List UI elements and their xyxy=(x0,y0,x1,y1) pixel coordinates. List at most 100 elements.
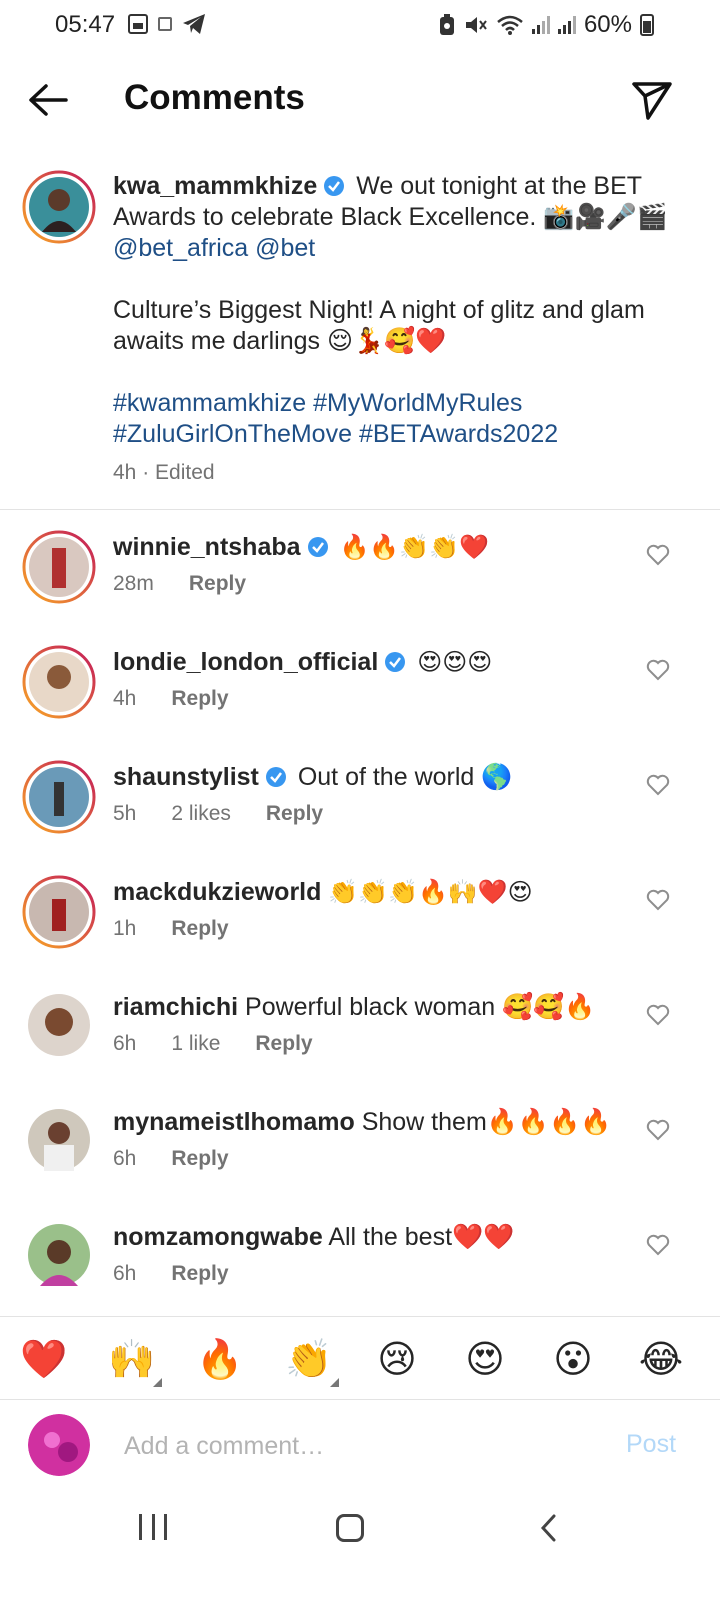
comment-item: mackdukzieworld 👏👏👏🔥🙌❤️😍 1h Reply xyxy=(0,875,720,985)
emoji-cry-button[interactable]: 😢 xyxy=(367,1331,427,1387)
battery-saver-icon xyxy=(439,14,454,35)
verified-badge-icon xyxy=(324,176,345,196)
verified-badge-icon xyxy=(385,652,406,672)
like-heart-icon[interactable] xyxy=(646,774,670,796)
comment-time: 6h xyxy=(113,1032,137,1055)
avatar[interactable] xyxy=(22,760,96,834)
header: Comments xyxy=(0,62,720,138)
caption-meta: 4h · Edited xyxy=(113,461,215,484)
emoji-raised-hands-button[interactable]: 🙌 xyxy=(102,1331,162,1387)
comment-time: 6h xyxy=(113,1147,137,1170)
status-time: 05:47 xyxy=(55,11,116,38)
caption-username[interactable]: kwa_mammkhize xyxy=(113,172,317,200)
comment-username[interactable]: mackdukzieworld xyxy=(113,878,321,906)
comment-composer: Post xyxy=(0,1400,720,1492)
recents-button[interactable] xyxy=(139,1514,167,1542)
comment-likes[interactable]: 2 likes xyxy=(171,802,231,826)
reply-button[interactable]: Reply xyxy=(171,1262,228,1286)
like-heart-icon[interactable] xyxy=(646,1119,670,1141)
reply-button[interactable]: Reply xyxy=(266,802,323,826)
post-button[interactable]: Post xyxy=(626,1430,676,1459)
emoji-laughing-button[interactable]: 😂 xyxy=(631,1331,691,1387)
comment-text: Out of the world 🌎 xyxy=(297,763,513,791)
avatar[interactable] xyxy=(28,1224,90,1286)
more-variants-icon xyxy=(330,1378,339,1387)
comment-time: 28m xyxy=(113,572,154,595)
comment-meta: 1h Reply xyxy=(113,917,264,941)
avatar[interactable] xyxy=(22,170,96,244)
emoji-surprised-button[interactable]: 😮 xyxy=(543,1331,603,1387)
home-button[interactable] xyxy=(336,1514,364,1542)
reply-button[interactable]: Reply xyxy=(171,917,228,941)
comment-username[interactable]: winnie_ntshaba xyxy=(113,533,301,561)
comment-time: 4h xyxy=(113,687,137,710)
wifi-icon xyxy=(497,15,523,35)
emoji-fire-button[interactable]: 🔥 xyxy=(190,1331,250,1387)
emoji-clap-button[interactable]: 👏 xyxy=(279,1331,339,1387)
comment-likes[interactable]: 1 like xyxy=(171,1032,220,1056)
mention-link[interactable]: @bet xyxy=(255,234,315,262)
comment-username[interactable]: riamchichi xyxy=(113,993,238,1021)
hashtag-link[interactable]: #BETAwards2022 xyxy=(359,420,558,448)
battery-percent: 60% xyxy=(583,11,632,38)
comment-input[interactable] xyxy=(124,1426,594,1466)
comment-text: 🔥🔥👏👏❤️ xyxy=(339,533,489,561)
hashtag-link[interactable]: #MyWorldMyRules xyxy=(313,389,522,417)
comment-text: Show them🔥🔥🔥🔥 xyxy=(361,1108,612,1136)
like-heart-icon[interactable] xyxy=(646,1234,670,1256)
mention-link[interactable]: @bet_africa xyxy=(113,234,248,262)
like-heart-icon[interactable] xyxy=(646,1004,670,1026)
comment-username[interactable]: shaunstylist xyxy=(113,763,259,791)
hashtag-link[interactable]: #kwammamkhize xyxy=(113,389,306,417)
like-heart-icon[interactable] xyxy=(646,889,670,911)
emoji-glyph: 👏 xyxy=(285,1337,333,1381)
hashtag-block: #kwammamkhize #MyWorldMyRules #ZuluGirlO… xyxy=(113,388,673,450)
comment-username[interactable]: londie_london_official xyxy=(113,648,378,676)
comment-time: 5h xyxy=(113,802,137,825)
comment-username[interactable]: nomzamongwabe xyxy=(113,1223,323,1251)
signal-icon xyxy=(531,16,550,34)
more-variants-icon xyxy=(153,1378,162,1387)
page-title: Comments xyxy=(124,78,305,117)
battery-icon xyxy=(640,14,654,36)
avatar[interactable] xyxy=(22,645,96,719)
system-icons: 60% xyxy=(438,11,654,39)
avatar[interactable] xyxy=(22,530,96,604)
current-user-avatar xyxy=(28,1414,90,1476)
reply-button[interactable]: Reply xyxy=(189,572,246,596)
avatar[interactable] xyxy=(22,875,96,949)
comment-item: londie_london_official 😍😍😍 4h Reply xyxy=(0,645,720,755)
caption-text: kwa_mammkhize We out tonight at the BET … xyxy=(113,171,673,450)
emoji-heart-eyes-button[interactable]: 😍 xyxy=(455,1331,515,1387)
share-button[interactable] xyxy=(628,76,674,122)
comment-item: riamchichi Powerful black woman 🥰🥰🔥 6h 1… xyxy=(0,990,720,1100)
nav-back-button[interactable] xyxy=(538,1512,560,1544)
back-button[interactable] xyxy=(26,78,70,122)
signal-icon xyxy=(557,16,576,34)
app-icon xyxy=(158,17,172,31)
like-heart-icon[interactable] xyxy=(646,659,670,681)
emoji-quick-bar: ❤️ 🙌 🔥 👏 😢 😍 😮 😂 xyxy=(0,1316,720,1400)
avatar[interactable] xyxy=(28,1109,90,1171)
comment-time: 6h xyxy=(113,1262,137,1285)
hashtag-link[interactable]: #ZuluGirlOnTheMove xyxy=(113,420,352,448)
comment-meta: 5h 2 likes Reply xyxy=(113,802,358,826)
status-bar: 05:47 60% xyxy=(0,0,720,52)
telegram-icon xyxy=(183,14,205,34)
comment-item: shaunstylist Out of the world 🌎 5h 2 lik… xyxy=(0,760,720,870)
post-caption: kwa_mammkhize We out tonight at the BET … xyxy=(0,166,720,510)
reply-button[interactable]: Reply xyxy=(255,1032,312,1056)
caption-paragraph: Culture’s Biggest Night! A night of glit… xyxy=(113,296,645,355)
comment-text: Powerful black woman 🥰🥰🔥 xyxy=(245,993,596,1021)
emoji-heart-button[interactable]: ❤️ xyxy=(14,1331,74,1387)
comment-username[interactable]: mynameistlhomamo xyxy=(113,1108,355,1136)
verified-badge-icon xyxy=(265,767,286,787)
avatar[interactable] xyxy=(28,994,90,1056)
like-heart-icon[interactable] xyxy=(646,544,670,566)
comment-meta: 6h Reply xyxy=(113,1262,264,1286)
comment-meta: 28m Reply xyxy=(113,572,281,596)
reply-button[interactable]: Reply xyxy=(171,687,228,711)
comment-item: mynameistlhomamo Show them🔥🔥🔥🔥 6h Reply xyxy=(0,1105,720,1215)
comment-text: All the best❤️❤️ xyxy=(328,1223,515,1251)
reply-button[interactable]: Reply xyxy=(171,1147,228,1171)
